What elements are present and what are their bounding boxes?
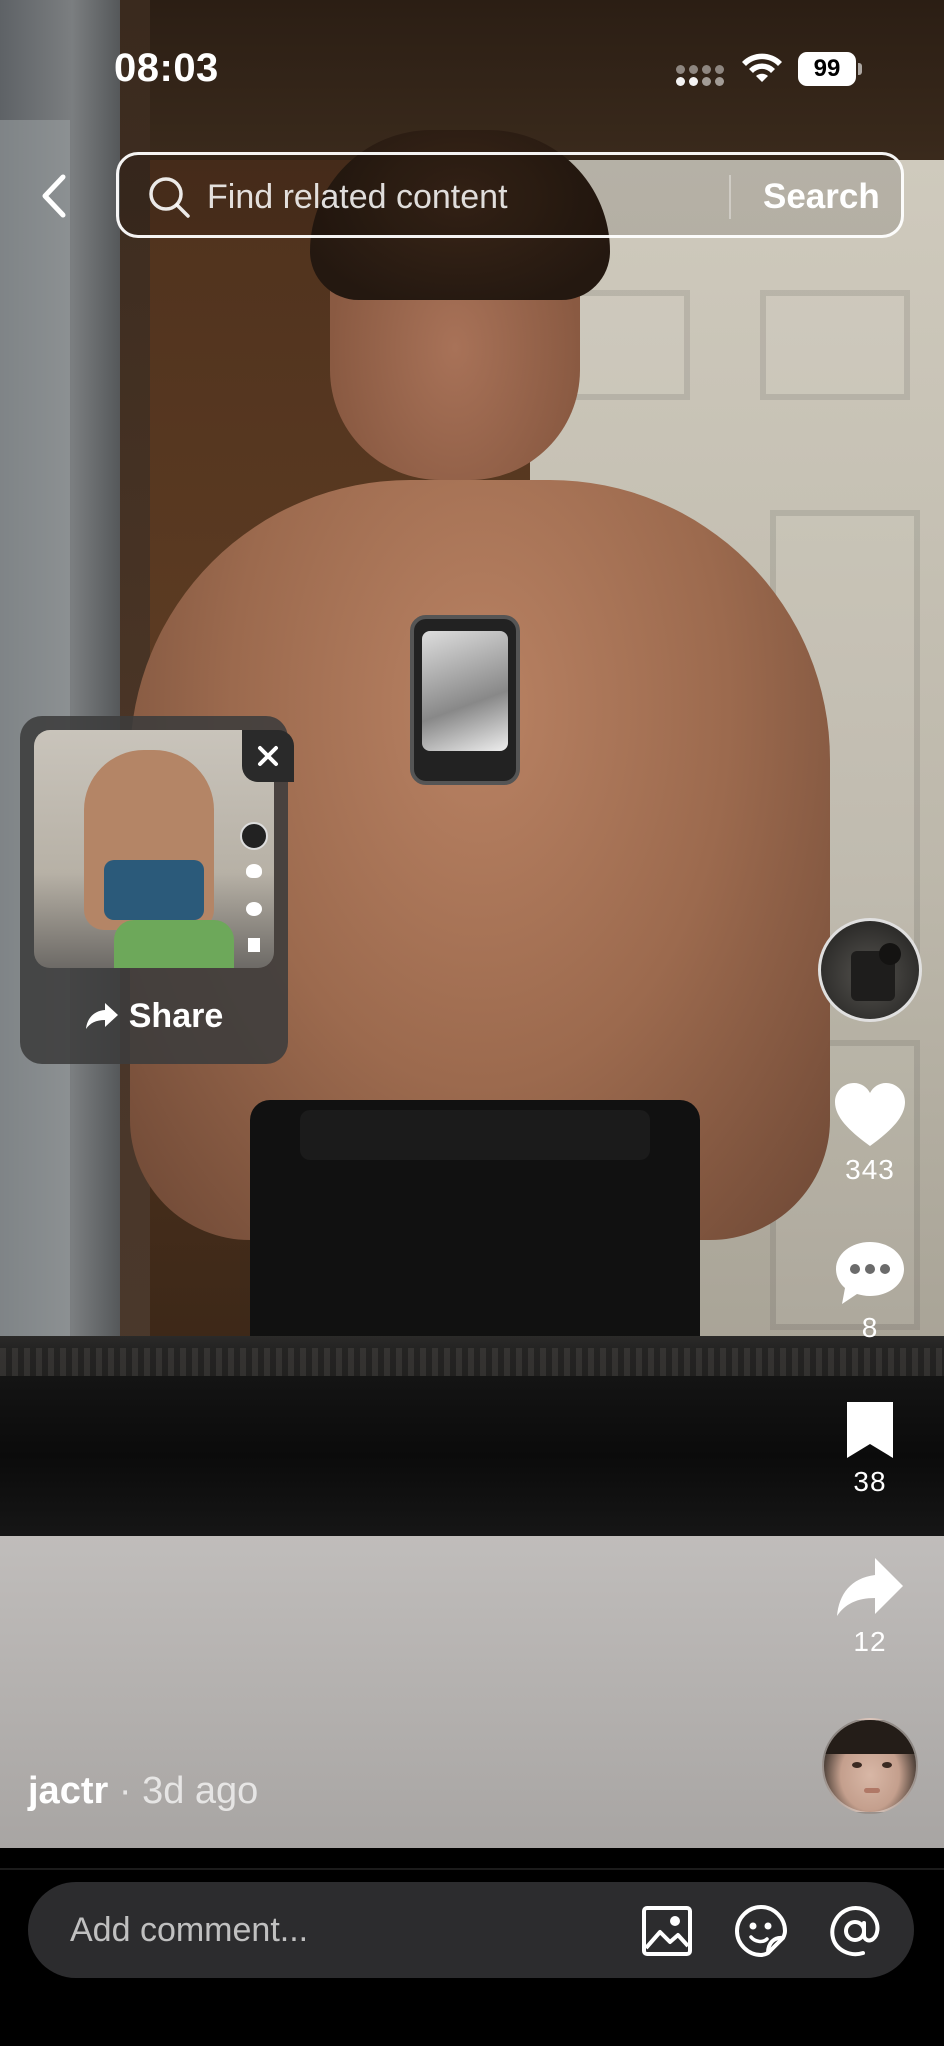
share-popup[interactable]: Share — [20, 716, 294, 1064]
close-icon — [258, 746, 278, 766]
bookmark-count: 38 — [853, 1466, 887, 1497]
comment-input[interactable]: Add comment... — [70, 1906, 308, 1954]
comment-button[interactable]: 8 — [818, 1240, 922, 1344]
share-thumbnail[interactable] — [34, 730, 274, 968]
share-icon — [837, 1558, 903, 1616]
share-count: 12 — [853, 1626, 887, 1657]
search-divider — [729, 175, 731, 219]
post-age: 3d ago — [142, 1770, 259, 1812]
phone-in-mirror — [410, 615, 520, 785]
search-bar[interactable]: Find related content Search — [116, 152, 904, 238]
share-label: Share — [128, 996, 224, 1035]
creator-avatar[interactable] — [822, 1718, 918, 1814]
share-button[interactable]: Share — [20, 986, 288, 1046]
share-arrow-icon — [85, 1003, 118, 1029]
meta-separator: · — [118, 1770, 132, 1812]
cellular-signal-icon — [676, 64, 724, 86]
search-button[interactable]: Search — [763, 173, 880, 221]
back-chevron-icon — [42, 174, 66, 218]
search-input[interactable]: Find related content — [207, 173, 508, 221]
sticker-icon[interactable] — [734, 1904, 788, 1958]
battery-indicator: 99 — [798, 52, 862, 88]
close-share-popup-button[interactable] — [242, 730, 294, 782]
mention-icon[interactable] — [828, 1904, 882, 1958]
video-viewer-screen: 08:03 99 Find related content Search Sha… — [0, 0, 944, 2046]
back-button[interactable] — [28, 166, 80, 226]
comment-count: 8 — [861, 1312, 879, 1343]
share-rail-button[interactable]: 12 — [818, 1556, 922, 1658]
heart-icon — [835, 1083, 905, 1146]
author-name[interactable]: jactr — [28, 1770, 108, 1812]
search-icon — [149, 177, 190, 218]
comment-bubble-icon — [836, 1242, 904, 1304]
comment-input-container[interactable]: Add comment... — [28, 1882, 914, 1978]
bookmark-icon — [847, 1402, 893, 1458]
battery-level: 99 — [798, 52, 856, 86]
status-time: 08:03 — [114, 46, 219, 90]
wifi-icon — [742, 53, 782, 82]
comment-bar: Add comment... — [0, 1848, 944, 2046]
post-meta: jactr · 3d ago — [28, 1770, 258, 1813]
like-button[interactable]: 343 — [818, 1082, 922, 1186]
bookmark-button[interactable]: 38 — [818, 1400, 922, 1498]
sound-avatar[interactable] — [818, 918, 922, 1022]
like-count: 343 — [845, 1154, 895, 1185]
image-icon[interactable] — [640, 1904, 694, 1958]
